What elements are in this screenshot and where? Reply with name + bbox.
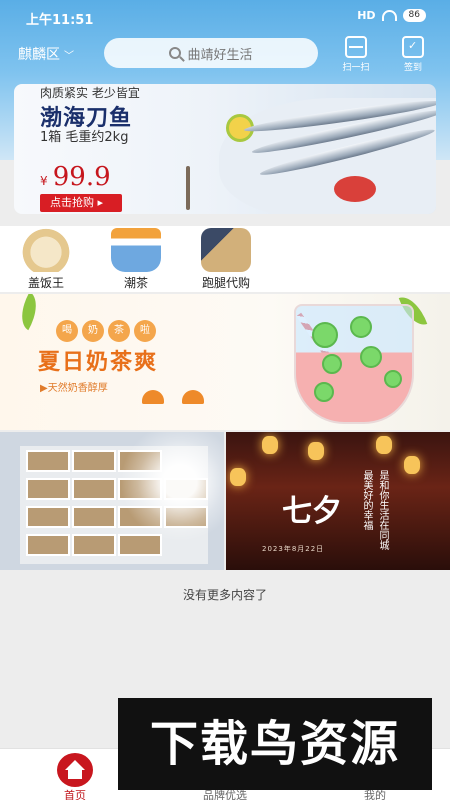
banner-price: ¥ 99.9 (40, 162, 111, 192)
menu-dish-image (72, 506, 116, 528)
tab-home-label: 首页 (64, 789, 86, 800)
scan-icon (345, 36, 367, 58)
menu-dish-image (72, 478, 116, 500)
chevron-down-icon: ﹀ (64, 50, 74, 62)
lantern-image (308, 442, 324, 460)
bubble-char: 茶 (108, 320, 130, 342)
boba-ball (314, 382, 334, 402)
lantern-image (262, 436, 278, 454)
sign-in-button[interactable]: 签到 (395, 36, 431, 73)
category-label: 潮茶 (123, 276, 148, 290)
boba-ball (384, 370, 402, 388)
courier-image (201, 228, 251, 272)
calendar-check-icon (402, 36, 424, 58)
qixi-vertical-text: 是和你生活在同城 (377, 470, 388, 550)
menu-dish-image (26, 450, 70, 472)
leaf-decoration (12, 294, 46, 331)
currency-symbol: ¥ (40, 174, 48, 188)
status-time: 上午11:51 (26, 13, 94, 28)
banner-tagline: 肉质紧实 老少皆宜 (40, 86, 140, 100)
city-selector[interactable]: 麒麟区 ﹀ (18, 44, 74, 64)
city-label: 麒麟区 (18, 47, 60, 63)
boba-ball (350, 316, 372, 338)
eye-shape (142, 390, 164, 404)
bubble-char: 喝 (56, 320, 78, 342)
category-label: 盖饭王 (27, 276, 64, 290)
signal-icon: HD (357, 9, 376, 22)
wifi-icon (381, 10, 397, 21)
buy-now-button[interactable]: 点击抢购 ▸ (40, 194, 122, 212)
qixi-date: 2023年8月22日 (262, 545, 325, 553)
feed-end-text: 没有更多内容了 (182, 588, 267, 602)
qixi-title: 七夕 (282, 494, 342, 529)
sign-in-label: 签到 (403, 63, 422, 73)
scan-button[interactable]: 扫一扫 (338, 36, 374, 73)
status-icons: HD 86 (357, 9, 426, 22)
search-icon (169, 47, 182, 59)
boba-ball (360, 346, 382, 368)
lantern-image (404, 456, 420, 474)
category-item[interactable]: 跑腿代购 (192, 228, 260, 291)
search-input[interactable]: 曲靖好生活 (104, 38, 318, 68)
buy-now-label: 点击抢购 (50, 196, 94, 209)
status-bar: 上午11:51 HD 86 (0, 0, 450, 34)
category-item[interactable]: 盖饭王 (14, 228, 78, 291)
tab-home[interactable]: 首页 (52, 753, 98, 800)
eye-shape (182, 390, 204, 404)
menu-dish-image (26, 534, 70, 556)
watermark-overlay: 下载鸟资源 (118, 698, 432, 790)
price-value: 99.9 (52, 162, 111, 192)
tea-cup-image (111, 228, 161, 272)
menu-dish-image (26, 506, 70, 528)
fork-image (186, 166, 190, 210)
promo-title: 夏日奶茶爽 (38, 350, 159, 375)
category-label: 跑腿代购 (201, 276, 250, 290)
bubble-char: 奶 (82, 320, 104, 342)
menu-dish-image (26, 478, 70, 500)
tab-mine-label: 我的 (364, 789, 386, 800)
restaurant-photo[interactable] (0, 432, 224, 570)
menu-dish-image (118, 534, 162, 556)
scan-label: 扫一扫 (342, 63, 370, 73)
milk-tea-promo[interactable]: 喝 奶 茶 啦 夏日奶茶爽 ▶天然奶香醇厚 (0, 294, 450, 430)
tomato-image (334, 176, 376, 202)
menu-dish-image (72, 534, 116, 556)
eyes-decoration (142, 390, 204, 404)
category-row: 盖饭王 潮茶 跑腿代购 (0, 226, 450, 292)
top-header: 麒麟区 ﹀ 曲靖好生活 扫一扫 签到 (0, 36, 450, 73)
bubble-char: 啦 (134, 320, 156, 342)
tab-brand-label: 品牌优选 (203, 789, 247, 800)
qixi-promo[interactable]: 七夕 2023年8月22日 最美好的幸福 是和你生活在同城 (226, 432, 450, 570)
rice-bowl-image (16, 228, 76, 272)
category-item[interactable]: 潮茶 (106, 228, 166, 291)
lantern-image (376, 436, 392, 454)
product-banner[interactable]: 肉质紧实 老少皆宜 渤海刀鱼 1箱 毛重约2kg ¥ 99.9 点击抢购 ▸ (14, 84, 436, 214)
lantern-image (230, 468, 246, 486)
boba-ball (322, 354, 342, 374)
battery-icon: 86 (402, 9, 426, 22)
menu-dish-image (72, 450, 116, 472)
qixi-vertical-text: 最美好的幸福 (361, 470, 372, 530)
promo-bubbles: 喝 奶 茶 啦 (56, 320, 156, 342)
home-icon (57, 753, 93, 787)
promo-subtitle: ▶天然奶香醇厚 (40, 383, 108, 394)
boba-ball (312, 322, 338, 348)
search-placeholder: 曲靖好生活 (187, 47, 253, 63)
banner-spec: 1箱 毛重约2kg (40, 130, 129, 145)
